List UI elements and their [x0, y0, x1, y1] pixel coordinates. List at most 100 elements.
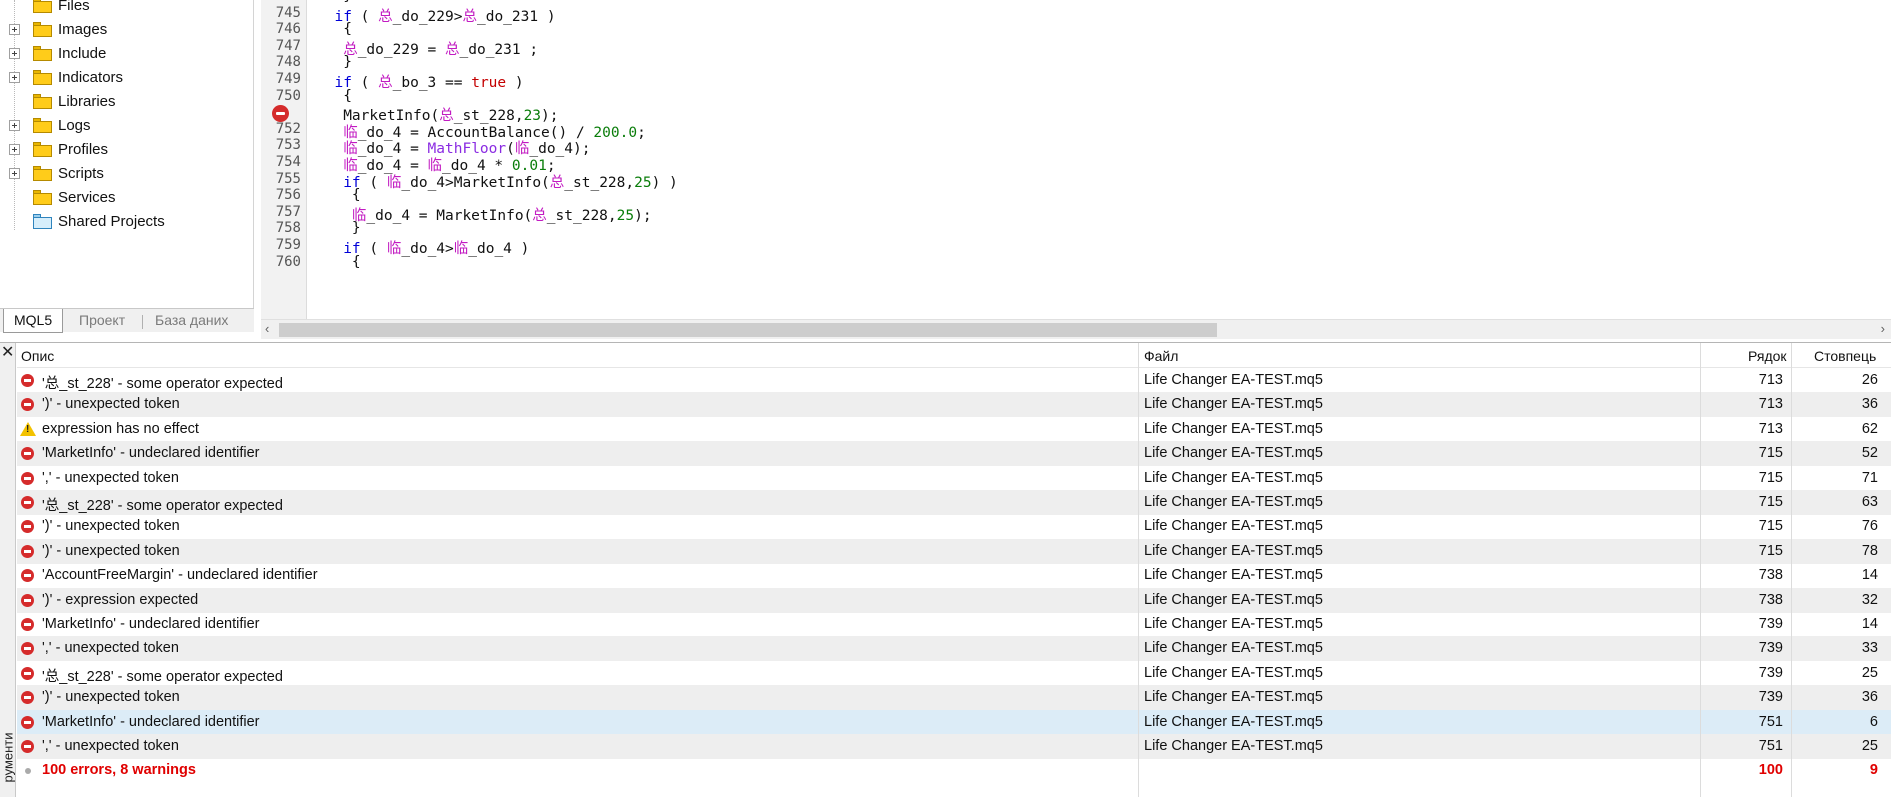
expand-plus-icon[interactable] — [9, 72, 20, 83]
expand-plus-icon[interactable] — [9, 144, 20, 155]
table-row[interactable]: expression has no effect Life Changer EA-… — [17, 417, 1891, 442]
error-description: 'MarketInfo' - undeclared identifier — [42, 713, 260, 730]
tree-item-profiles[interactable]: Profiles — [0, 138, 254, 162]
table-row[interactable]: 'MarketInfo' - undeclared identifier Life… — [17, 612, 1891, 637]
error-description: '总_st_228' - some operator expected — [42, 498, 283, 514]
navigator-tabs: MQL5 Проект База даних — [0, 308, 254, 333]
tree-item-label: Include — [58, 45, 107, 62]
tab-separator — [142, 315, 143, 329]
line-number: 745 — [275, 4, 301, 21]
error-icon — [21, 569, 34, 583]
code-line[interactable]: { — [317, 254, 361, 270]
tree-item-logs[interactable]: Logs — [0, 114, 254, 138]
code-line[interactable]: } — [317, 0, 352, 4]
error-column: 62 — [1861, 420, 1878, 437]
folder-icon — [33, 190, 52, 205]
tab-project[interactable]: Проект — [69, 309, 135, 333]
column-file[interactable]: Файл — [1144, 348, 1178, 364]
table-row[interactable]: 'AccountFreeMargin' - undeclared identif… — [17, 563, 1891, 588]
code-line[interactable]: } — [317, 220, 361, 236]
error-icon — [21, 374, 34, 387]
error-line: 715 — [1758, 469, 1783, 486]
line-number-gutter[interactable]: 7447457467477487497507527537547557567577… — [261, 0, 307, 320]
error-line: 713 — [1758, 420, 1783, 437]
code-line[interactable]: { — [317, 187, 361, 203]
code-line[interactable]: { — [317, 88, 352, 104]
error-line: 713 — [1758, 372, 1783, 388]
column-column[interactable]: Стовпець — [1814, 348, 1876, 364]
line-number: 746 — [275, 21, 301, 38]
error-description: expression has no effect — [42, 420, 199, 437]
expand-plus-icon[interactable] — [9, 24, 20, 35]
tab-mql5[interactable]: MQL5 — [3, 309, 64, 333]
code-line[interactable]: { — [317, 21, 352, 37]
tab-database[interactable]: База даних — [145, 309, 238, 333]
tree-item-scripts[interactable]: Scripts — [0, 162, 254, 186]
tree-item-libraries[interactable]: Libraries — [0, 90, 254, 114]
error-column: 14 — [1861, 567, 1878, 584]
table-row[interactable]: ',' - unexpected token Life Changer EA-TE… — [17, 636, 1891, 662]
error-description: ')' - unexpected token — [42, 518, 180, 535]
toolbox-side-strip: ✕ рументи — [0, 343, 16, 797]
table-row[interactable]: ')' - unexpected token Life Changer EA-TE… — [17, 685, 1891, 711]
tree-item-services[interactable]: Services — [0, 186, 254, 210]
shared-folder-icon — [33, 214, 52, 229]
error-line: 739 — [1758, 616, 1783, 632]
table-row[interactable]: ')' - unexpected token Life Changer EA-TE… — [17, 538, 1891, 564]
code-editor[interactable]: 7447457467477487497507527537547557567577… — [261, 0, 1891, 320]
table-row[interactable]: '总_st_228' - some operator expected Life … — [17, 490, 1891, 515]
tree-item-label: Shared Projects — [58, 213, 165, 230]
table-row[interactable]: ')' - unexpected token Life Changer EA-TE… — [17, 514, 1891, 539]
error-file: Life Changer EA-TEST.mq5 — [1144, 518, 1323, 535]
close-icon[interactable]: ✕ — [1, 342, 14, 362]
error-line: 739 — [1758, 664, 1783, 681]
error-file: Life Changer EA-TEST.mq5 — [1144, 420, 1323, 437]
error-column: 63 — [1861, 494, 1878, 510]
error-file: Life Changer EA-TEST.mq5 — [1144, 445, 1323, 462]
table-row[interactable]: ',' - unexpected token Life Changer EA-TE… — [17, 734, 1891, 759]
table-row[interactable]: '总_st_228' - some operator expected Life … — [17, 661, 1891, 686]
table-row[interactable]: 'MarketInfo' - undeclared identifier Life… — [17, 709, 1891, 735]
scroll-right-icon[interactable]: › — [1881, 321, 1885, 336]
tree-item-indicators[interactable]: Indicators — [0, 66, 254, 90]
column-line[interactable]: Рядок — [1748, 348, 1787, 364]
error-icon — [21, 544, 34, 558]
error-line: 739 — [1758, 640, 1783, 657]
table-row[interactable]: ')' - expression expected Life Changer EA… — [17, 587, 1891, 613]
code-line[interactable]: 临_do_4 = MarketInfo(总_st_228,25); — [317, 204, 652, 225]
table-row[interactable]: 'MarketInfo' - undeclared identifier Life… — [17, 441, 1891, 467]
error-file: Life Changer EA-TEST.mq5 — [1144, 542, 1323, 559]
code-line[interactable]: } — [317, 54, 352, 70]
table-row[interactable]: ')' - unexpected token Life Changer EA-TE… — [17, 392, 1891, 418]
table-row[interactable]: '总_st_228' - some operator expected Life … — [17, 368, 1891, 393]
column-description[interactable]: Опис — [21, 348, 54, 364]
error-marker-icon[interactable] — [272, 105, 289, 123]
error-icon — [21, 496, 34, 509]
tree-item-images[interactable]: Images — [0, 18, 254, 42]
tree-item-label: Logs — [58, 117, 91, 134]
line-number: 756 — [275, 187, 301, 204]
summary-bullet-icon — [25, 768, 31, 775]
folder-icon — [33, 22, 52, 37]
editor-horizontal-scrollbar[interactable]: ‹ › — [261, 319, 1891, 339]
error-line: 751 — [1758, 713, 1783, 730]
tree-item-include[interactable]: Include — [0, 42, 254, 66]
scrollbar-thumb[interactable] — [279, 323, 1217, 337]
error-column: 32 — [1861, 591, 1878, 608]
tree-item-files[interactable]: Files — [0, 0, 254, 18]
code-line[interactable]: if ( 总_do_229>总_do_231 ) — [317, 5, 555, 26]
code-line[interactable]: if ( 临_do_4>MarketInfo(总_st_228,25) ) — [317, 171, 678, 192]
table-row[interactable]: ',' - unexpected token Life Changer EA-TE… — [17, 466, 1891, 491]
expand-plus-icon[interactable] — [9, 120, 20, 131]
column-divider — [1700, 343, 1701, 797]
top-panel: Files Images Include Indicators Libraries Log… — [0, 0, 1891, 342]
tree-item-shared-projects[interactable]: Shared Projects — [0, 210, 254, 234]
error-icon — [21, 740, 34, 753]
scroll-left-icon[interactable]: ‹ — [265, 321, 269, 336]
expand-plus-icon[interactable] — [9, 168, 20, 179]
expand-plus-icon[interactable] — [9, 48, 20, 59]
line-number: 757 — [275, 203, 301, 220]
error-line: 738 — [1758, 567, 1783, 584]
error-icon — [21, 666, 34, 680]
error-column: 26 — [1861, 372, 1878, 388]
